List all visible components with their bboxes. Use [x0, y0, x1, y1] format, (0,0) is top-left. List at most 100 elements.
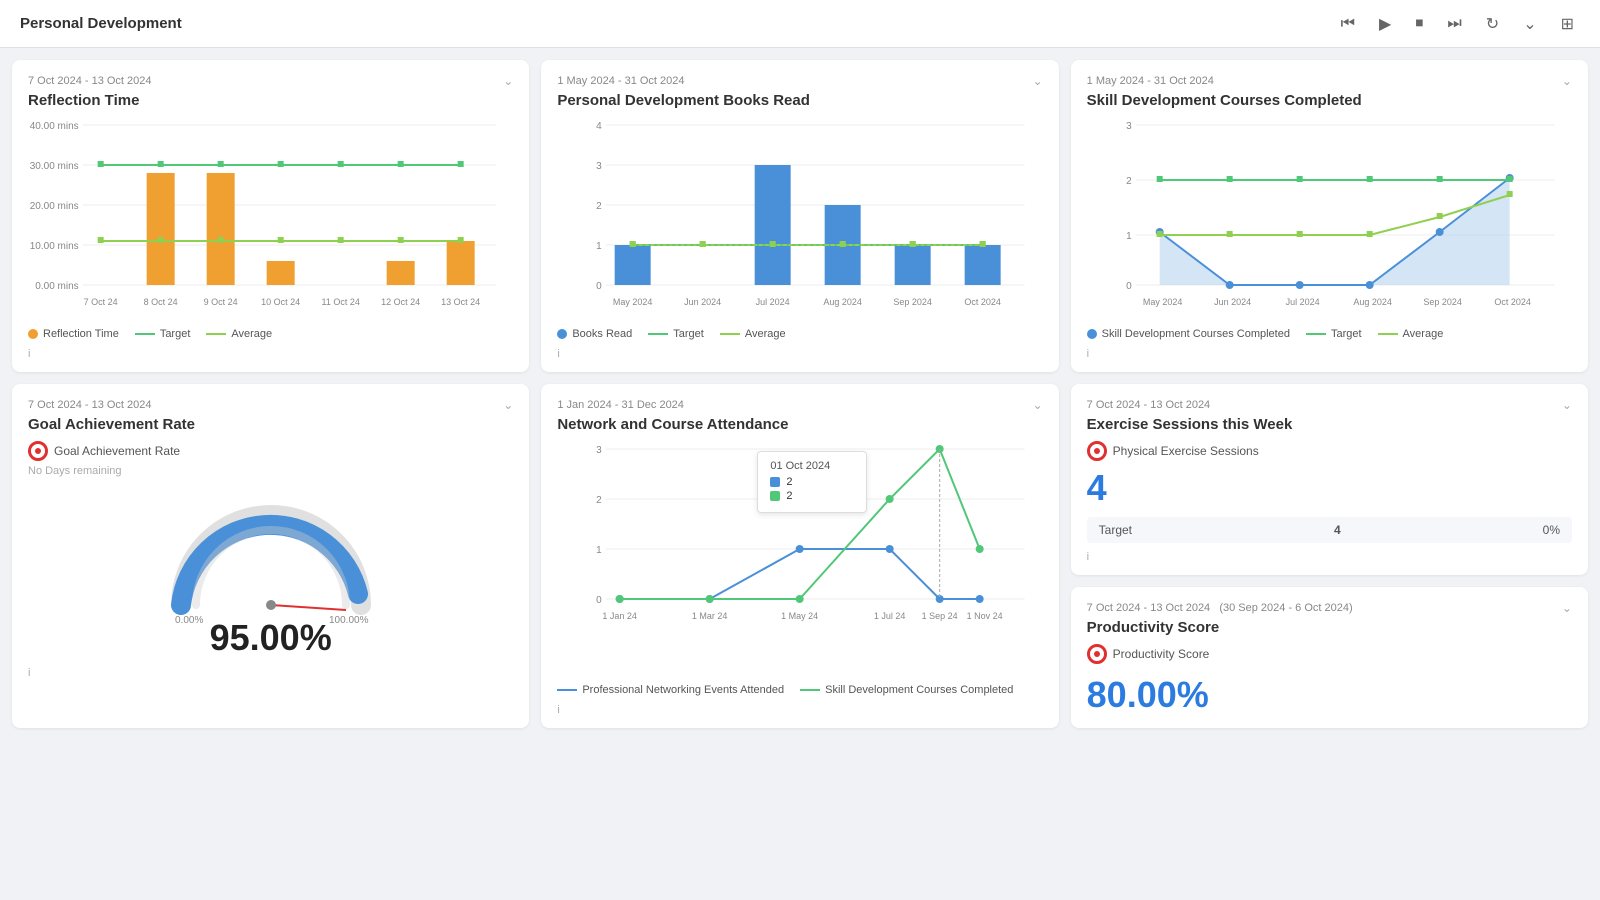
svg-text:100.00%: 100.00% — [329, 615, 369, 625]
svg-text:1 Nov 24: 1 Nov 24 — [967, 611, 1003, 621]
card-chevron[interactable]: ⌄ — [1033, 74, 1043, 88]
card-header: 7 Oct 2024 - 13 Oct 2024 (30 Sep 2024 - … — [1087, 601, 1572, 615]
productivity-score-card: 7 Oct 2024 - 13 Oct 2024 (30 Sep 2024 - … — [1071, 587, 1588, 728]
metric-icon-row: Goal Achievement Rate — [28, 441, 513, 461]
exercise-sessions-card: 7 Oct 2024 - 13 Oct 2024 ⌄ Exercise Sess… — [1071, 384, 1588, 575]
card-date: 1 May 2024 - 31 Oct 2024 — [557, 75, 684, 87]
card-info: i — [557, 348, 1042, 360]
card-chevron[interactable]: ⌄ — [1562, 74, 1572, 88]
gauge-chart: 0.00% 100.00% 95.00% — [28, 485, 513, 659]
svg-text:12 Oct 24: 12 Oct 24 — [381, 297, 420, 307]
card-info: i — [28, 348, 513, 360]
svg-text:2: 2 — [596, 495, 602, 506]
network-chart: 3 2 1 0 — [557, 441, 1042, 676]
reflection-time-card: 7 Oct 2024 - 13 Oct 2024 ⌄ Reflection Ti… — [12, 60, 529, 372]
svg-text:Sep 2024: Sep 2024 — [894, 297, 933, 307]
svg-text:1: 1 — [596, 241, 602, 252]
books-chart: 4 3 2 1 0 — [557, 117, 1042, 320]
card-chevron[interactable]: ⌄ — [1562, 601, 1572, 615]
svg-text:9 Oct 24: 9 Oct 24 — [204, 297, 238, 307]
card-info: i — [28, 667, 513, 679]
svg-text:Jun 2024: Jun 2024 — [684, 297, 721, 307]
svg-text:Aug 2024: Aug 2024 — [1353, 297, 1392, 307]
legend-target: Target — [1306, 328, 1362, 340]
dashboard: 7 Oct 2024 - 13 Oct 2024 ⌄ Reflection Ti… — [0, 48, 1600, 740]
card-date: 1 May 2024 - 31 Oct 2024 — [1087, 75, 1214, 87]
svg-text:May 2024: May 2024 — [613, 297, 653, 307]
chevron-down-button[interactable]: ⌄ — [1517, 10, 1542, 38]
stop-button[interactable]: ⏹ — [1409, 11, 1429, 37]
goal-achievement-card: 7 Oct 2024 - 13 Oct 2024 ⌄ Goal Achievem… — [12, 384, 529, 728]
card-chevron[interactable]: ⌄ — [1033, 398, 1043, 412]
legend-target: Target — [135, 328, 191, 340]
card-date: 7 Oct 2024 - 13 Oct 2024 (30 Sep 2024 - … — [1087, 602, 1353, 614]
skip-forward-button[interactable]: ⏭ — [1441, 11, 1467, 37]
card-chevron[interactable]: ⌄ — [1562, 398, 1572, 412]
gauge-value: 95.00% — [210, 617, 332, 659]
card-title: Network and Course Attendance — [557, 416, 1042, 433]
metric-label: Physical Exercise Sessions — [1113, 444, 1259, 458]
svg-text:40.00 mins: 40.00 mins — [30, 121, 79, 132]
svg-text:20.00 mins: 20.00 mins — [30, 201, 79, 212]
svg-text:0: 0 — [596, 281, 602, 292]
svg-text:1 Mar 24: 1 Mar 24 — [692, 611, 728, 621]
svg-text:2: 2 — [596, 201, 602, 212]
card-chevron[interactable]: ⌄ — [503, 74, 513, 88]
card-header: 1 May 2024 - 31 Oct 2024 ⌄ — [1087, 74, 1572, 88]
playback-controls: ⏮ ▶ ⏹ ⏭ ↻ ⌄ ⊞ — [1335, 10, 1580, 38]
legend-networking: Professional Networking Events Attended — [557, 684, 784, 696]
svg-text:Jul 2024: Jul 2024 — [756, 297, 790, 307]
metric-label: Goal Achievement Rate — [54, 444, 180, 458]
svg-text:1: 1 — [1126, 231, 1132, 242]
svg-text:0.00 mins: 0.00 mins — [35, 281, 78, 292]
skip-back-button[interactable]: ⏮ — [1335, 11, 1361, 37]
productivity-value: 80.00% — [1087, 674, 1572, 716]
svg-text:1 May 24: 1 May 24 — [781, 611, 818, 621]
card-title: Personal Development Books Read — [557, 92, 1042, 109]
svg-text:Oct 2024: Oct 2024 — [1494, 297, 1531, 307]
svg-text:13 Oct 24: 13 Oct 24 — [441, 297, 480, 307]
svg-text:May 2024: May 2024 — [1143, 297, 1183, 307]
books-read-card: 1 May 2024 - 31 Oct 2024 ⌄ Personal Deve… — [541, 60, 1058, 372]
skill-courses-card: 1 May 2024 - 31 Oct 2024 ⌄ Skill Develop… — [1071, 60, 1588, 372]
target-icon — [1087, 441, 1107, 461]
card-info: i — [557, 704, 1042, 716]
svg-text:7 Oct 24: 7 Oct 24 — [84, 297, 118, 307]
svg-text:10.00 mins: 10.00 mins — [30, 241, 79, 252]
target-row: Target 4 0% — [1087, 517, 1572, 543]
svg-text:0: 0 — [1126, 281, 1132, 292]
play-button[interactable]: ▶ — [1373, 10, 1397, 38]
card-title: Reflection Time — [28, 92, 513, 109]
card-title: Exercise Sessions this Week — [1087, 416, 1572, 433]
svg-text:Jul 2024: Jul 2024 — [1285, 297, 1319, 307]
target-icon — [28, 441, 48, 461]
chart-legend: Reflection Time Target Average — [28, 328, 513, 340]
card-info: i — [1087, 348, 1572, 360]
svg-text:10 Oct 24: 10 Oct 24 — [261, 297, 300, 307]
svg-text:2: 2 — [1126, 176, 1132, 187]
legend-average: Average — [206, 328, 272, 340]
target-value: 4 — [1334, 523, 1341, 537]
no-days-label: No Days remaining — [28, 465, 513, 477]
svg-text:Jun 2024: Jun 2024 — [1214, 297, 1251, 307]
layout-button[interactable]: ⊞ — [1555, 10, 1580, 38]
refresh-button[interactable]: ↻ — [1480, 10, 1505, 38]
svg-text:1 Sep 24: 1 Sep 24 — [922, 611, 958, 621]
card-date: 1 Jan 2024 - 31 Dec 2024 — [557, 399, 684, 411]
legend-average: Average — [720, 328, 786, 340]
reflection-chart: 40.00 mins 30.00 mins 20.00 mins 10.00 m… — [28, 117, 513, 320]
page-title: Personal Development — [20, 15, 182, 32]
top-bar: Personal Development ⏮ ▶ ⏹ ⏭ ↻ ⌄ ⊞ — [0, 0, 1600, 48]
card-date: 7 Oct 2024 - 13 Oct 2024 — [1087, 399, 1211, 411]
card-title: Productivity Score — [1087, 619, 1572, 636]
card-header: 1 Jan 2024 - 31 Dec 2024 ⌄ — [557, 398, 1042, 412]
card-title: Goal Achievement Rate — [28, 416, 513, 433]
target-icon — [1087, 644, 1107, 664]
card-info: i — [1087, 551, 1572, 563]
legend-courses: Skill Development Courses Completed — [800, 684, 1013, 696]
card-chevron[interactable]: ⌄ — [503, 398, 513, 412]
exercise-value: 4 — [1087, 467, 1572, 509]
legend-books: Books Read — [557, 328, 632, 340]
svg-text:Aug 2024: Aug 2024 — [824, 297, 863, 307]
svg-text:Sep 2024: Sep 2024 — [1423, 297, 1462, 307]
